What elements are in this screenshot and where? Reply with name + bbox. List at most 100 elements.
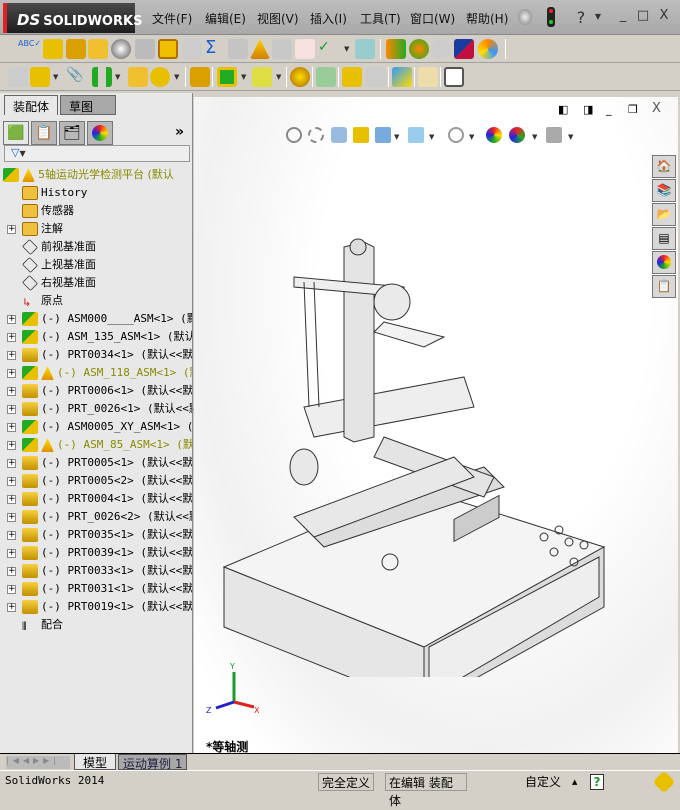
move-component-icon[interactable]: [150, 67, 170, 87]
check-disabled-icon[interactable]: [182, 39, 202, 59]
minimize-button[interactable]: _: [615, 8, 631, 24]
solidworks-resources-icon[interactable]: 🏠: [652, 155, 676, 178]
edit-appearance-icon[interactable]: [486, 127, 502, 143]
thickness-icon[interactable]: [454, 39, 474, 59]
design-library-icon[interactable]: 📚: [652, 179, 676, 202]
assembly-model[interactable]: [214, 227, 614, 677]
zoom-to-area-icon[interactable]: [308, 127, 324, 143]
dropdown-arrow-icon[interactable]: ▼: [344, 45, 349, 53]
expand-icon[interactable]: +: [7, 387, 16, 396]
smart-fasteners-icon[interactable]: [128, 67, 148, 87]
viewport-prev-icon[interactable]: ◧: [558, 103, 568, 116]
tree-item[interactable]: History: [0, 184, 192, 202]
expand-icon[interactable]: +: [7, 405, 16, 414]
excel-icon[interactable]: [355, 39, 375, 59]
expand-icon[interactable]: +: [7, 459, 16, 468]
tree-item[interactable]: + (-) PRT_0026<1> (默认<<默: [0, 400, 192, 418]
bill-of-materials-icon[interactable]: [316, 67, 336, 87]
expand-icon[interactable]: +: [7, 477, 16, 486]
close-button[interactable]: X: [656, 8, 672, 24]
graphics-viewport[interactable]: ◧ ◨ _ ❐ X ▼ ▼ ▼ ▼ ▼ Y X Z *等轴测: [194, 97, 678, 754]
new-part-icon[interactable]: [30, 67, 50, 87]
tree-item[interactable]: 5轴运动光学检测平台 (默认: [0, 166, 192, 184]
file-explorer-icon[interactable]: 📂: [652, 203, 676, 226]
apply-scene-icon[interactable]: [509, 127, 525, 143]
viewport-close-icon[interactable]: X: [652, 101, 661, 116]
draft-analysis-icon[interactable]: [386, 39, 406, 59]
reference-geometry-icon[interactable]: [252, 67, 272, 87]
rebuild-warning-icon[interactable]: [418, 67, 438, 87]
performance-icon[interactable]: [111, 39, 131, 59]
clearance-icon[interactable]: [272, 39, 292, 59]
solidworks-logo[interactable]: DS SOLIDWORKS: [3, 3, 142, 33]
insert-component-icon[interactable]: [8, 67, 28, 87]
show-hidden-icon[interactable]: [190, 67, 210, 87]
expand-icon[interactable]: +: [7, 531, 16, 540]
viewport-minimize-icon[interactable]: _: [606, 103, 612, 116]
tree-item[interactable]: + (-) ASM_85_ASM<1> (默认: [0, 436, 192, 454]
tree-item[interactable]: + (-) PRT0039<1> (默认<<默认: [0, 544, 192, 562]
tree-item[interactable]: + (-) PRT0034<1> (默认<<默认: [0, 346, 192, 364]
expand-icon[interactable]: +: [7, 603, 16, 612]
section-view-icon[interactable]: [353, 127, 369, 143]
help-dropdown-icon[interactable]: ▼: [590, 12, 606, 28]
new-motion-study-icon[interactable]: [290, 67, 310, 87]
hide-show-items-icon[interactable]: [448, 127, 464, 143]
compare-icon[interactable]: [295, 39, 315, 59]
tree-item[interactable]: ↳ 原点: [0, 292, 192, 310]
menu-file[interactable]: 文件(F): [152, 10, 192, 27]
view-palette-icon[interactable]: ▤: [652, 227, 676, 250]
interference-icon[interactable]: [228, 39, 248, 59]
tree-item[interactable]: + (-) ASM_135_ASM<1> (默认<: [0, 328, 192, 346]
view-orientation-icon[interactable]: [375, 127, 391, 143]
spell-check-icon[interactable]: ABC✓: [18, 39, 41, 59]
expand-icon[interactable]: +: [7, 369, 16, 378]
explode-line-icon[interactable]: [366, 67, 386, 87]
check-icon[interactable]: [158, 39, 178, 59]
expand-icon[interactable]: +: [7, 441, 16, 450]
expand-icon[interactable]: +: [7, 567, 16, 576]
menu-insert[interactable]: 插入(I): [310, 10, 347, 27]
tree-item[interactable]: 传感器: [0, 202, 192, 220]
display-manager-tab-icon[interactable]: [87, 121, 113, 145]
expand-icon[interactable]: +: [7, 315, 16, 324]
menu-help[interactable]: 帮助(H): [466, 10, 508, 27]
measure-icon[interactable]: [43, 39, 63, 59]
tree-item[interactable]: + (-) PRT_0026<2> (默认<<默: [0, 508, 192, 526]
mate-icon[interactable]: 📎: [66, 67, 86, 87]
tab-sketch[interactable]: 草图: [60, 95, 116, 115]
tree-item[interactable]: + (-) PRT0004<1> (默认<<默认: [0, 490, 192, 508]
help-status-icon[interactable]: ?: [590, 774, 604, 790]
tab-scroll-arrows[interactable]: |◀◀▶▶|: [6, 756, 70, 769]
viewport-restore-icon[interactable]: ❐: [628, 103, 638, 116]
tag-icon[interactable]: [652, 770, 676, 794]
units-selector[interactable]: 自定义: [483, 773, 603, 791]
tree-item[interactable]: 右视基准面: [0, 274, 192, 292]
view-settings-icon[interactable]: [546, 127, 562, 143]
tree-item[interactable]: ⫴ 配合: [0, 616, 192, 634]
zebra-icon[interactable]: [409, 39, 429, 59]
tree-item[interactable]: + (-) PRT0005<2> (默认<<默认: [0, 472, 192, 490]
appearances-icon[interactable]: [652, 251, 676, 274]
pin-icon[interactable]: [518, 9, 532, 25]
curvature-icon[interactable]: [431, 39, 451, 59]
assembly-features-icon[interactable]: [217, 67, 237, 87]
mass-properties-icon[interactable]: [66, 39, 86, 59]
tree-item[interactable]: + 注解: [0, 220, 192, 238]
traffic-light-icon[interactable]: [547, 7, 555, 27]
menu-view[interactable]: 视图(V): [257, 10, 299, 27]
expand-icon[interactable]: +: [7, 495, 16, 504]
tree-item[interactable]: + (-) ASM_118_ASM<1> (默认: [0, 364, 192, 382]
zoom-to-fit-icon[interactable]: [286, 127, 302, 143]
tree-item[interactable]: + (-) PRT0035<1> (默认<<默认: [0, 526, 192, 544]
linear-pattern-icon[interactable]: [92, 67, 112, 87]
feature-manager-tab-icon[interactable]: 🟩: [3, 121, 29, 145]
exploded-view-icon[interactable]: [342, 67, 362, 87]
expand-icon[interactable]: +: [7, 225, 16, 234]
menu-window[interactable]: 窗口(W): [410, 10, 455, 27]
viewport-next-icon[interactable]: ◨: [583, 103, 593, 116]
tree-item[interactable]: + (-) PRT0006<1> (默认<<默认: [0, 382, 192, 400]
symmetry-icon[interactable]: [478, 39, 498, 59]
tree-item[interactable]: + (-) PRT0033<1> (默认<<默认: [0, 562, 192, 580]
help-button[interactable]: ?: [573, 8, 589, 27]
